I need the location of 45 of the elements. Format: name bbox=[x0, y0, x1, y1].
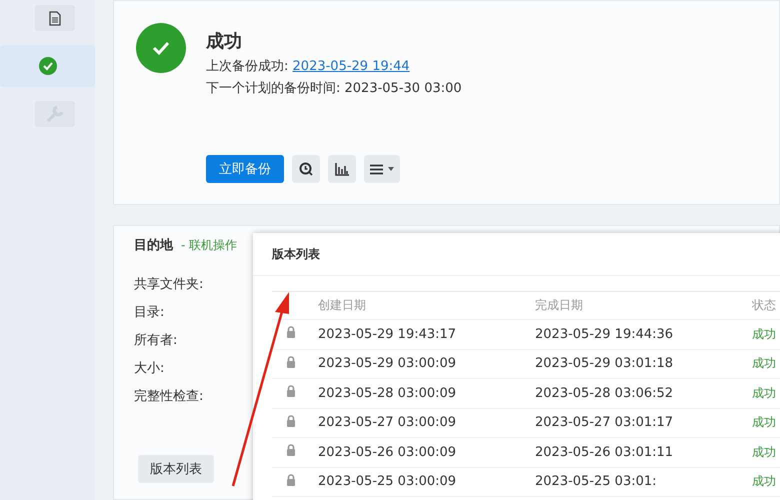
status-cell-text: 成功 bbox=[752, 384, 777, 402]
status-cell-text: 成功 bbox=[752, 414, 777, 432]
document-icon bbox=[49, 10, 61, 26]
menu-button[interactable] bbox=[364, 155, 400, 183]
status-cell-text: 成功 bbox=[752, 473, 777, 490]
table-cell-text: 2023-05-27 03:00:09 bbox=[318, 415, 458, 430]
table-cell-text: 2023-05-29 19:44:36 bbox=[535, 326, 674, 342]
search-history-icon bbox=[299, 162, 313, 176]
status-cell-text: 成功 bbox=[752, 444, 777, 461]
column-header[interactable]: 完成日期 bbox=[535, 297, 752, 314]
next-backup-text: 下一个计划的备份时间: 2023-05-30 03:00 bbox=[206, 80, 462, 97]
field-label: 所有者: bbox=[134, 334, 178, 348]
bar-chart-icon bbox=[335, 162, 349, 176]
chart-button[interactable] bbox=[328, 155, 356, 183]
field-label: 大小: bbox=[134, 362, 164, 376]
column-header[interactable]: 创建日期 bbox=[318, 297, 535, 314]
table-cell-text: 2023-05-27 03:01:17 bbox=[535, 415, 674, 430]
table-cell-text: 2023-05-25 03:01: bbox=[535, 474, 658, 490]
field-label: 共享文件夹: bbox=[134, 278, 204, 292]
status-cell-text: 成功 bbox=[752, 326, 777, 343]
dialog-title: 版本列表 bbox=[272, 246, 320, 262]
column-header[interactable]: 状态 bbox=[752, 297, 780, 314]
field-label: 完整性检查: bbox=[134, 390, 204, 404]
last-backup-link[interactable]: 2023-05-29 19:44 bbox=[292, 59, 410, 74]
status-title: 成功 bbox=[206, 30, 243, 53]
last-backup-label: 上次备份成功: bbox=[206, 59, 288, 74]
table-cell-text: 2023-05-28 03:06:52 bbox=[535, 386, 674, 401]
check-icon bbox=[38, 57, 56, 75]
table-cell-text: 2023-05-26 03:00:09 bbox=[318, 444, 458, 460]
table-cell-text: 2023-05-26 03:01:11 bbox=[535, 444, 674, 460]
backup-now-button[interactable]: 立即备份 bbox=[206, 155, 284, 183]
table-cell-text: 2023-05-28 03:00:09 bbox=[318, 386, 458, 401]
table-cell-text: 2023-05-29 03:01:18 bbox=[535, 356, 674, 372]
status-cell-text: 成功 bbox=[752, 355, 777, 372]
sidebar-item[interactable] bbox=[35, 5, 75, 31]
menu-icon bbox=[370, 164, 383, 174]
table-cell-text: 2023-05-29 03:00:09 bbox=[318, 356, 458, 372]
caret-icon bbox=[388, 167, 394, 171]
destination-title: 目的地 bbox=[134, 237, 173, 254]
version-list-button[interactable]: 版本列表 bbox=[138, 455, 214, 483]
table-cell-text: 2023-05-25 03:00:09 bbox=[318, 474, 458, 490]
destination-status: - 联机操作 bbox=[181, 237, 238, 254]
history-button[interactable] bbox=[292, 155, 320, 183]
table-cell-text: 2023-05-29 19:43:17 bbox=[318, 326, 458, 342]
field-label: 目录: bbox=[134, 306, 164, 320]
